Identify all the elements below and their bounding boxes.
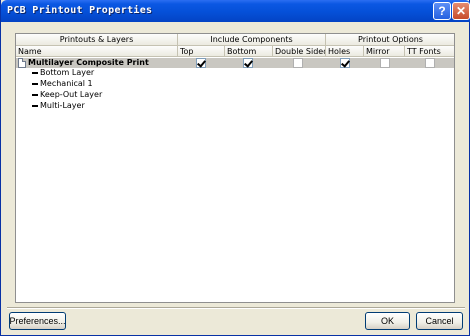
column-header-bottom[interactable]: Bottom xyxy=(225,46,273,57)
ok-button[interactable]: OK xyxy=(365,312,410,330)
layer-name: Multi-Layer xyxy=(40,101,85,110)
window-title: PCB Printout Properties xyxy=(7,5,153,16)
close-button[interactable]: ✕ xyxy=(452,2,470,20)
cancel-button[interactable]: Cancel xyxy=(416,312,463,330)
mirror-checkbox[interactable] xyxy=(380,58,390,68)
column-header-holes[interactable]: Holes xyxy=(326,46,364,57)
tree-connector xyxy=(32,72,38,74)
tree-connector xyxy=(32,94,38,96)
column-header-name[interactable]: Name xyxy=(16,46,178,57)
preferences-button[interactable]: Preferences... xyxy=(9,312,66,330)
layer-row[interactable]: Keep-Out Layer xyxy=(16,90,454,100)
document-icon xyxy=(18,58,26,68)
printout-name: Multilayer Composite Print xyxy=(28,58,149,67)
dialog-window: PCB Printout Properties ? ✕ Printouts & … xyxy=(0,0,470,336)
layer-row[interactable]: Bottom Layer xyxy=(16,68,454,78)
column-header-tt-fonts[interactable]: TT Fonts xyxy=(405,46,454,57)
title-bar[interactable]: PCB Printout Properties ? ✕ xyxy=(1,0,470,22)
tt-fonts-checkbox[interactable] xyxy=(425,58,435,68)
header-include-components: Include Components xyxy=(178,34,326,46)
holes-checkbox[interactable] xyxy=(340,58,350,68)
tree-connector xyxy=(32,83,38,85)
tree-connector xyxy=(32,105,38,107)
top-checkbox[interactable] xyxy=(196,58,206,68)
layer-name: Mechanical 1 xyxy=(40,79,93,88)
layer-name: Bottom Layer xyxy=(40,68,95,77)
double-sided-checkbox[interactable] xyxy=(293,58,303,68)
layer-name: Keep-Out Layer xyxy=(40,90,103,99)
printout-row[interactable]: Multilayer Composite Print xyxy=(16,58,454,68)
header-printouts-layers: Printouts & Layers xyxy=(16,34,178,46)
column-header-double-sided[interactable]: Double Sided xyxy=(273,46,326,57)
column-header-top[interactable]: Top xyxy=(178,46,225,57)
layer-row[interactable]: Multi-Layer xyxy=(16,101,454,111)
layer-row[interactable]: Mechanical 1 xyxy=(16,79,454,89)
header-printout-options: Printout Options xyxy=(326,34,454,46)
separator xyxy=(7,307,465,309)
help-button[interactable]: ? xyxy=(433,2,451,20)
bottom-checkbox[interactable] xyxy=(243,58,253,68)
printout-grid: Printouts & Layers Include Components Pr… xyxy=(15,33,455,303)
column-header-mirror[interactable]: Mirror xyxy=(364,46,405,57)
